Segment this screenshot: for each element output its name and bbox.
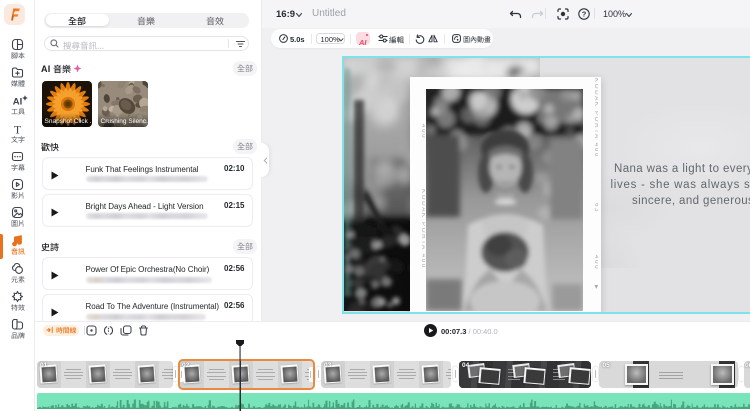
svg-text:KODAK PORTA 400: KODAK PORTA 400 <box>420 189 425 269</box>
svg-text:400: 400 <box>420 124 425 139</box>
svg-text:▶: ▶ <box>593 285 598 290</box>
svg-text:?: ? <box>582 10 587 19</box>
svg-text:63: 63 <box>593 203 598 213</box>
svg-text:400: 400 <box>593 255 598 270</box>
svg-text:KODAK PORTA 400: KODAK PORTA 400 <box>593 78 598 158</box>
